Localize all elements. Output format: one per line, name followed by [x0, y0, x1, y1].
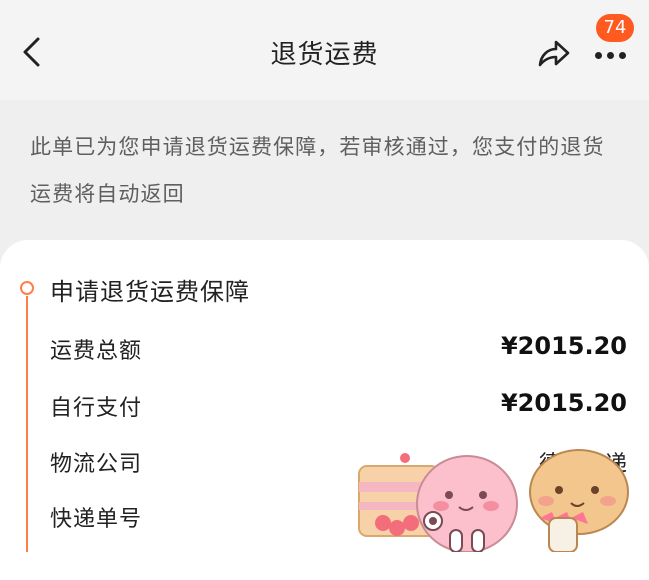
more-dot [595, 52, 602, 59]
section-title: 申请退货运费保障 [50, 278, 250, 306]
more-dot [607, 52, 614, 59]
tracking-number-label: 快递单号 [50, 507, 143, 532]
share-button[interactable] [535, 34, 571, 70]
message-badge: 74 [596, 14, 634, 42]
more-button[interactable] [592, 38, 632, 68]
decorative-sticker [335, 448, 649, 552]
share-icon [538, 40, 570, 67]
timeline-node [20, 281, 34, 295]
more-dot [619, 52, 626, 59]
freight-insurance-notice: 此单已为您申请退货运费保障，若审核通过，您支付的退货运费将自动返回 [30, 135, 605, 206]
freight-total-value: ¥2015.20 [500, 332, 627, 360]
more-icon [595, 52, 626, 59]
self-payment-label: 自行支付 [50, 396, 143, 421]
navigation-bar: 退货运费 74 [0, 0, 649, 100]
self-payment-value: ¥2015.20 [500, 389, 627, 417]
freight-total-label: 运费总额 [50, 339, 143, 364]
logistics-company-label: 物流公司 [50, 452, 143, 477]
timeline-line [26, 296, 28, 552]
